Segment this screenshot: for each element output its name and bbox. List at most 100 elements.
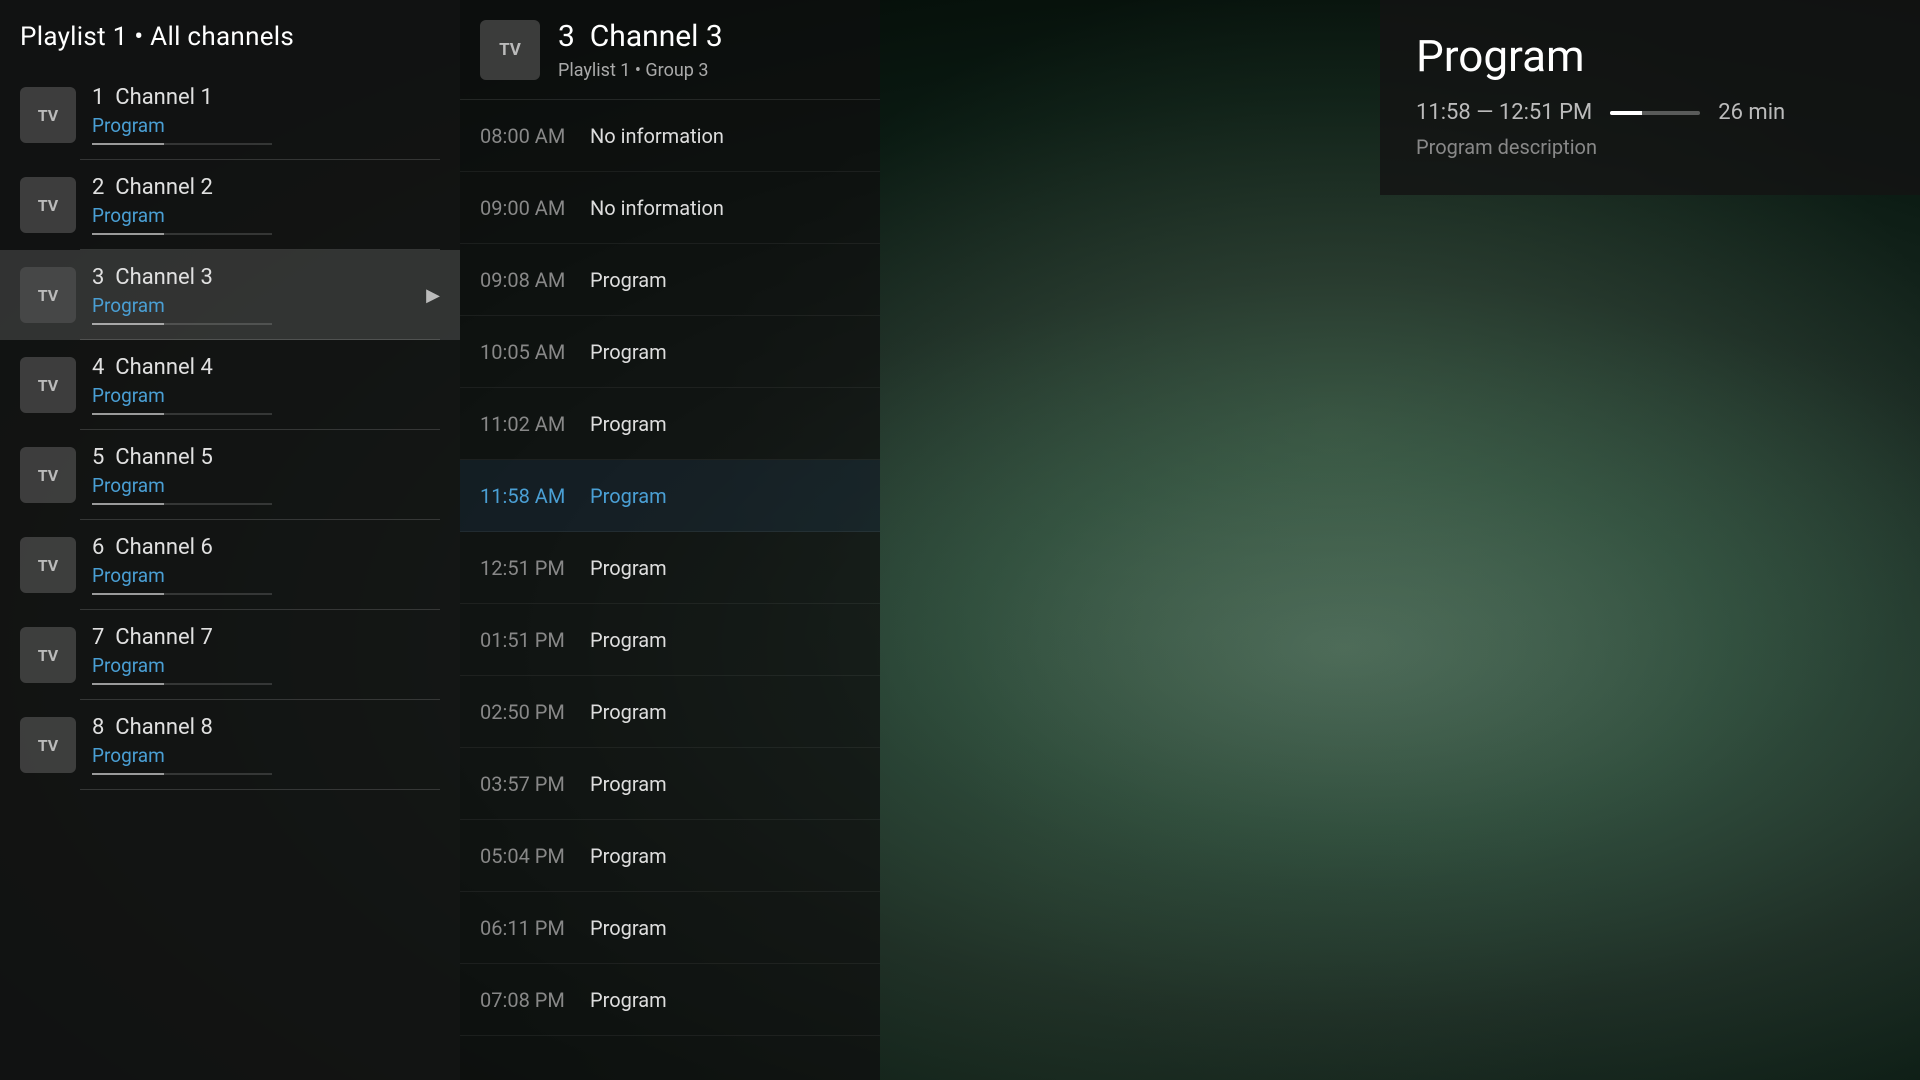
channel-item-1[interactable]: TV 1 Channel 1 Program xyxy=(0,70,460,160)
program-info-panel: Program 11:58 — 12:51 PM 26 min Program … xyxy=(1380,0,1920,195)
epg-item-11[interactable]: 06:11 PM Program xyxy=(460,892,880,964)
channel-logo-8: TV xyxy=(20,717,76,773)
channel-progress-bar-6 xyxy=(92,593,164,595)
epg-title-9: Program xyxy=(590,772,667,796)
channel-progress-8 xyxy=(92,773,272,775)
channel-progress-6 xyxy=(92,593,272,595)
channel-arrow: ▶ xyxy=(426,285,440,306)
channel-progress-7 xyxy=(92,683,272,685)
epg-panel: TV 3 Channel 3 Playlist 1 • Group 3 08:0… xyxy=(460,0,880,1080)
channel-progress-bar-2 xyxy=(92,233,164,235)
epg-title-4: Program xyxy=(590,412,667,436)
epg-item-6[interactable]: 12:51 PM Program xyxy=(460,532,880,604)
channel-info-2: 2 Channel 2 Program xyxy=(92,175,440,235)
channel-info-3: 3 Channel 3 Program xyxy=(92,265,418,325)
channel-logo-7: TV xyxy=(20,627,76,683)
channel-info-5: 5 Channel 5 Program xyxy=(92,445,440,505)
epg-time-0: 08:00 AM xyxy=(480,124,590,148)
epg-item-7[interactable]: 01:51 PM Program xyxy=(460,604,880,676)
channel-item-4[interactable]: TV 4 Channel 4 Program xyxy=(0,340,460,430)
epg-channel-meta: Playlist 1 • Group 3 xyxy=(558,60,723,81)
sidebar: Playlist 1 • All channels TV 1 Channel 1… xyxy=(0,0,460,1080)
epg-time-9: 03:57 PM xyxy=(480,772,590,796)
epg-channel-logo: TV xyxy=(480,20,540,80)
channel-name-4: 4 Channel 4 xyxy=(92,355,440,380)
channel-progress-5 xyxy=(92,503,272,505)
channel-progress-1 xyxy=(92,143,272,145)
channel-progress-4 xyxy=(92,413,272,415)
epg-item-12[interactable]: 07:08 PM Program xyxy=(460,964,880,1036)
channel-logo-6: TV xyxy=(20,537,76,593)
epg-title-0: No information xyxy=(590,124,724,148)
channel-item-8[interactable]: TV 8 Channel 8 Program xyxy=(0,700,460,790)
epg-item-2[interactable]: 09:08 AM Program xyxy=(460,244,880,316)
channel-logo-1: TV xyxy=(20,87,76,143)
epg-item-0[interactable]: 08:00 AM No information xyxy=(460,100,880,172)
channel-name-3: 3 Channel 3 xyxy=(92,265,418,290)
epg-time-12: 07:08 PM xyxy=(480,988,590,1012)
channel-program-6: Program xyxy=(92,564,440,587)
channel-info-4: 4 Channel 4 Program xyxy=(92,355,440,415)
program-time-row: 11:58 — 12:51 PM 26 min xyxy=(1416,100,1884,125)
channel-logo-2: TV xyxy=(20,177,76,233)
epg-item-1[interactable]: 09:00 AM No information xyxy=(460,172,880,244)
epg-title-11: Program xyxy=(590,916,667,940)
channel-info-7: 7 Channel 7 Program xyxy=(92,625,440,685)
epg-time-3: 10:05 AM xyxy=(480,340,590,364)
epg-time-4: 11:02 AM xyxy=(480,412,590,436)
program-progress-fill xyxy=(1610,111,1642,115)
channel-program-1: Program xyxy=(92,114,440,137)
program-duration: 26 min xyxy=(1718,100,1785,125)
epg-channel-name: 3 Channel 3 xyxy=(558,19,723,54)
epg-time-7: 01:51 PM xyxy=(480,628,590,652)
epg-time-2: 09:08 AM xyxy=(480,268,590,292)
epg-item-5[interactable]: 11:58 AM Program xyxy=(460,460,880,532)
channel-progress-bar-3 xyxy=(92,323,164,325)
epg-item-4[interactable]: 11:02 AM Program xyxy=(460,388,880,460)
channel-program-7: Program xyxy=(92,654,440,677)
channel-logo-4: TV xyxy=(20,357,76,413)
channel-info-6: 6 Channel 6 Program xyxy=(92,535,440,595)
epg-title-12: Program xyxy=(590,988,667,1012)
channel-item-7[interactable]: TV 7 Channel 7 Program xyxy=(0,610,460,700)
epg-time-1: 09:00 AM xyxy=(480,196,590,220)
epg-title-5: Program xyxy=(590,484,667,508)
channel-program-8: Program xyxy=(92,744,440,767)
channel-item-2[interactable]: TV 2 Channel 2 Program xyxy=(0,160,460,250)
channel-item-6[interactable]: TV 6 Channel 6 Program xyxy=(0,520,460,610)
program-progress-bar xyxy=(1610,111,1700,115)
epg-item-8[interactable]: 02:50 PM Program xyxy=(460,676,880,748)
epg-time-8: 02:50 PM xyxy=(480,700,590,724)
channel-progress-bar-1 xyxy=(92,143,164,145)
epg-channel-info: 3 Channel 3 Playlist 1 • Group 3 xyxy=(558,19,723,81)
epg-title-6: Program xyxy=(590,556,667,580)
program-description: Program description xyxy=(1416,135,1884,159)
epg-title-10: Program xyxy=(590,844,667,868)
program-time-range: 11:58 — 12:51 PM xyxy=(1416,100,1592,125)
channel-program-4: Program xyxy=(92,384,440,407)
channel-progress-bar-5 xyxy=(92,503,164,505)
epg-title-8: Program xyxy=(590,700,667,724)
channel-item-3[interactable]: TV 3 Channel 3 Program ▶ xyxy=(0,250,460,340)
sidebar-header: Playlist 1 • All channels xyxy=(0,0,460,70)
channel-progress-2 xyxy=(92,233,272,235)
epg-time-6: 12:51 PM xyxy=(480,556,590,580)
channel-progress-bar-7 xyxy=(92,683,164,685)
channel-program-5: Program xyxy=(92,474,440,497)
channel-name-5: 5 Channel 5 xyxy=(92,445,440,470)
channel-program-3: Program xyxy=(92,294,418,317)
channel-name-2: 2 Channel 2 xyxy=(92,175,440,200)
channel-name-6: 6 Channel 6 xyxy=(92,535,440,560)
epg-item-10[interactable]: 05:04 PM Program xyxy=(460,820,880,892)
epg-item-3[interactable]: 10:05 AM Program xyxy=(460,316,880,388)
channel-info-1: 1 Channel 1 Program xyxy=(92,85,440,145)
epg-list: 08:00 AM No information 09:00 AM No info… xyxy=(460,100,880,1080)
channel-list: TV 1 Channel 1 Program TV 2 Channel 2 Pr… xyxy=(0,70,460,1080)
channel-item-5[interactable]: TV 5 Channel 5 Program xyxy=(0,430,460,520)
epg-time-10: 05:04 PM xyxy=(480,844,590,868)
epg-item-9[interactable]: 03:57 PM Program xyxy=(460,748,880,820)
channel-logo-3: TV xyxy=(20,267,76,323)
epg-header: TV 3 Channel 3 Playlist 1 • Group 3 xyxy=(460,0,880,100)
epg-title-1: No information xyxy=(590,196,724,220)
channel-logo-5: TV xyxy=(20,447,76,503)
